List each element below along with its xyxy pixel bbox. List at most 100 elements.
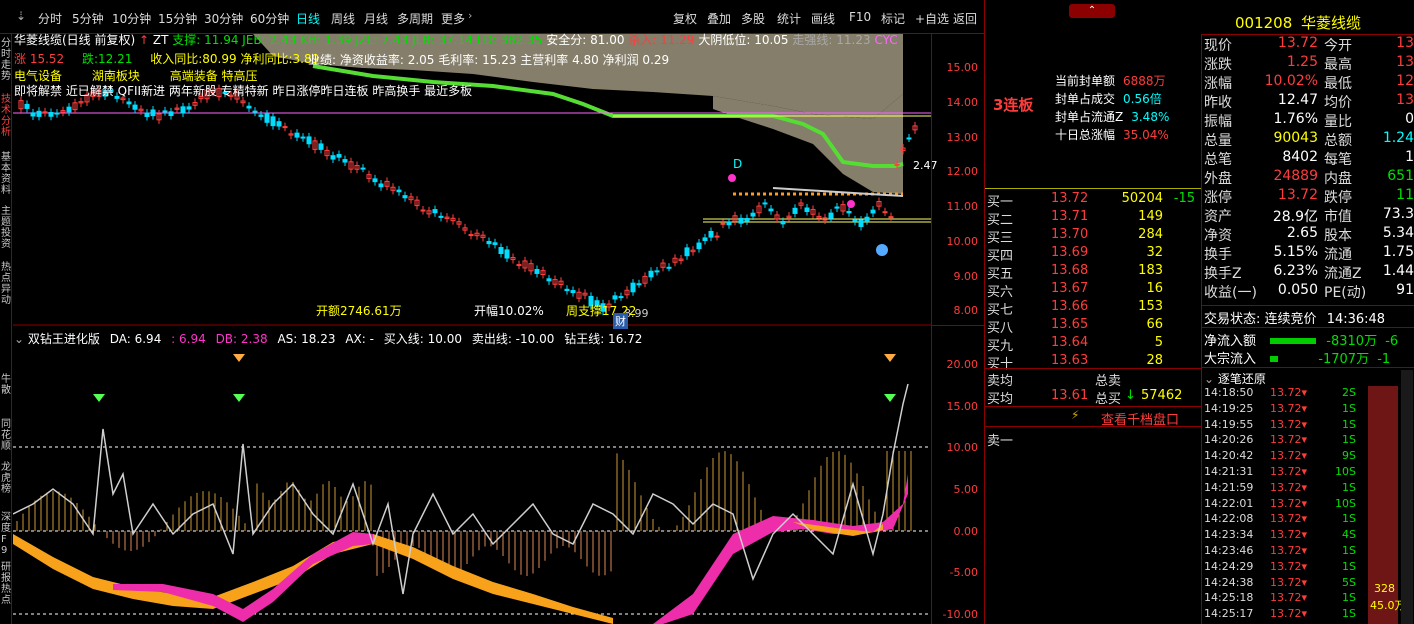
tab-monthly[interactable]: 月线 (364, 10, 388, 27)
mark-button[interactable]: 标记 (881, 10, 905, 27)
open-pct: 开幅10.02% (474, 302, 544, 319)
buy-avg: 13.61 (1051, 388, 1088, 403)
quote-label-2: 量比 (1324, 111, 1352, 131)
trade-time: 14:22:01 (1204, 497, 1253, 510)
concept-3[interactable]: 高端装备 特高压 (170, 69, 258, 83)
sub-tick: -5.00 (950, 566, 978, 579)
tab-intraday[interactable]: 分时 (38, 10, 62, 27)
side-tab-f9[interactable]: 深度F9 (1, 512, 11, 556)
panel-collapse-handle[interactable]: ⌃ (1069, 4, 1115, 18)
trade-status-label: 交易状态: (1204, 312, 1260, 327)
candle (745, 215, 749, 225)
f10-button[interactable]: F10 (849, 10, 871, 24)
side-tab-dragon[interactable]: 龙虎榜 (1, 462, 11, 495)
trade-time: 14:20:26 (1204, 433, 1253, 446)
board-info: 当前封单额 6888万 封单占成交 0.56倍 封单占流通Z 3.48% 十日总涨幅 3… (1055, 72, 1169, 144)
candle (637, 280, 641, 288)
tab-5min[interactable]: 5分钟 (72, 10, 104, 27)
concept-2[interactable]: 湖南板块 (92, 69, 140, 83)
trade-status: 交易状态: 连续竞价 14:36:48 (1204, 308, 1385, 327)
quote-value-2: 1.24 (1372, 130, 1414, 146)
order-book-volume: 5 (1095, 335, 1163, 350)
quote-value-2: 13 (1372, 92, 1414, 108)
tab-multi-period[interactable]: 多周期 (397, 10, 433, 27)
stock-header: 001208 华菱线缆 (1235, 12, 1361, 33)
candle (487, 237, 491, 247)
side-tab-theme[interactable]: 主题投资 (1, 206, 11, 250)
more-chevron-icon[interactable]: › (468, 9, 472, 22)
kline-chart[interactable]: D (13, 34, 931, 624)
candle (79, 98, 83, 107)
order-book-volume: 149 (1095, 209, 1163, 224)
chart-header: 华菱线缆(日线 前复权) ↑ ZT 支撑: 11.94 JEB: 2.43 KH… (14, 31, 898, 48)
block-inflow: 大宗流入 -1707万 -1 (1204, 348, 1390, 367)
orange-diamond-icon-2 (884, 354, 896, 362)
back-button[interactable]: 返回 (953, 10, 977, 27)
quote-row: 涨停 13.72 跌停 11 (1202, 186, 1414, 205)
quote-value: 13.72 (1242, 35, 1318, 51)
overlay-button[interactable]: 叠加 (707, 10, 731, 27)
buy-total: 57462 (1141, 388, 1182, 403)
candle (61, 107, 65, 117)
side-tab-technical[interactable]: 技术分析 (1, 94, 11, 138)
order-book-row[interactable]: 买六 13.67 16 (985, 280, 1201, 298)
trade-price: 13.72▾ (1270, 591, 1307, 604)
candle (793, 204, 797, 217)
trades-collapse-icon[interactable]: ⌄ (1204, 372, 1218, 386)
order-book-row[interactable]: 买八 13.65 66 (985, 316, 1201, 334)
tab-more[interactable]: 更多 (441, 10, 465, 27)
seal-amount-label: 当前封单额 (1055, 74, 1115, 88)
candle (151, 106, 155, 120)
trades-scrollbar[interactable] (1401, 370, 1413, 624)
sub-tick: 20.00 (947, 358, 979, 371)
tab-15min[interactable]: 15分钟 (158, 10, 197, 27)
tab-60min[interactable]: 60分钟 (250, 10, 289, 27)
side-tab-investor[interactable]: 牛散 (1, 374, 11, 396)
order-book-row[interactable]: 买三 13.70 284 (985, 226, 1201, 244)
sub-collapse-icon[interactable]: ⌄ (14, 332, 28, 346)
side-tab-ths[interactable]: 同花顺 (1, 419, 11, 452)
candle (559, 277, 563, 288)
finance-badge[interactable]: 财 (613, 313, 628, 329)
collapse-icon[interactable]: ⇣ (16, 9, 26, 23)
order-book-price: 13.68 (1051, 263, 1088, 278)
quote-label-2: 总额 (1324, 130, 1352, 150)
quote-row: 涨跌 1.25 最高 13 (1202, 53, 1414, 72)
order-book-volume: 50204 (1095, 191, 1163, 206)
candle (643, 272, 647, 287)
order-book-row[interactable]: 买九 13.64 5 (985, 334, 1201, 352)
multi-stock-button[interactable]: 多股 (741, 10, 765, 27)
trade-volume: 10S (1322, 465, 1356, 478)
side-tab-intraday[interactable]: 分时走势 (1, 38, 11, 82)
draw-line-button[interactable]: 画线 (811, 10, 835, 27)
magenta-dot-2 (847, 200, 855, 208)
side-tab-basic[interactable]: 基本资料 (1, 152, 11, 196)
order-book-row[interactable]: 买七 13.66 153 (985, 298, 1201, 316)
quote-row: 振幅 1.76% 量比 0 (1202, 110, 1414, 129)
candle (373, 175, 377, 186)
tab-daily[interactable]: 日线 (296, 10, 320, 27)
candle (877, 198, 881, 211)
side-tab-research[interactable]: 研报热点 (1, 562, 11, 606)
stats-button[interactable]: 统计 (777, 10, 801, 27)
order-book-row[interactable]: 买四 13.69 32 (985, 244, 1201, 262)
tab-30min[interactable]: 30分钟 (204, 10, 243, 27)
trade-price: 13.72▾ (1270, 497, 1307, 510)
concept-1[interactable]: 电气设备 (14, 69, 62, 83)
candle (355, 162, 359, 174)
candle (571, 287, 575, 297)
order-book-row[interactable]: 买二 13.71 149 (985, 208, 1201, 226)
order-book-row[interactable]: 买一 13.72 50204 -15 (985, 190, 1201, 208)
add-watchlist-button[interactable]: +自选 (915, 10, 949, 27)
order-book-price: 13.69 (1051, 245, 1088, 260)
side-tab-hotspot[interactable]: 热点异动 (1, 262, 11, 306)
order-book-row[interactable]: 买五 13.68 183 (985, 262, 1201, 280)
restore-button[interactable]: 复权 (673, 10, 697, 27)
order-book-price: 13.65 (1051, 317, 1088, 332)
trades-list: 14:18:50 13.72▾ 2S 14:19:25 13.72▾ 1S 14:19:55… (1202, 386, 1372, 624)
db-value: DB: 2.38 (216, 332, 268, 346)
tab-weekly[interactable]: 周线 (331, 10, 355, 27)
trade-volume: 1S (1322, 481, 1356, 494)
quote-row: 收益(一) 0.050 PE(动) 91 (1202, 281, 1414, 300)
tab-10min[interactable]: 10分钟 (112, 10, 151, 27)
